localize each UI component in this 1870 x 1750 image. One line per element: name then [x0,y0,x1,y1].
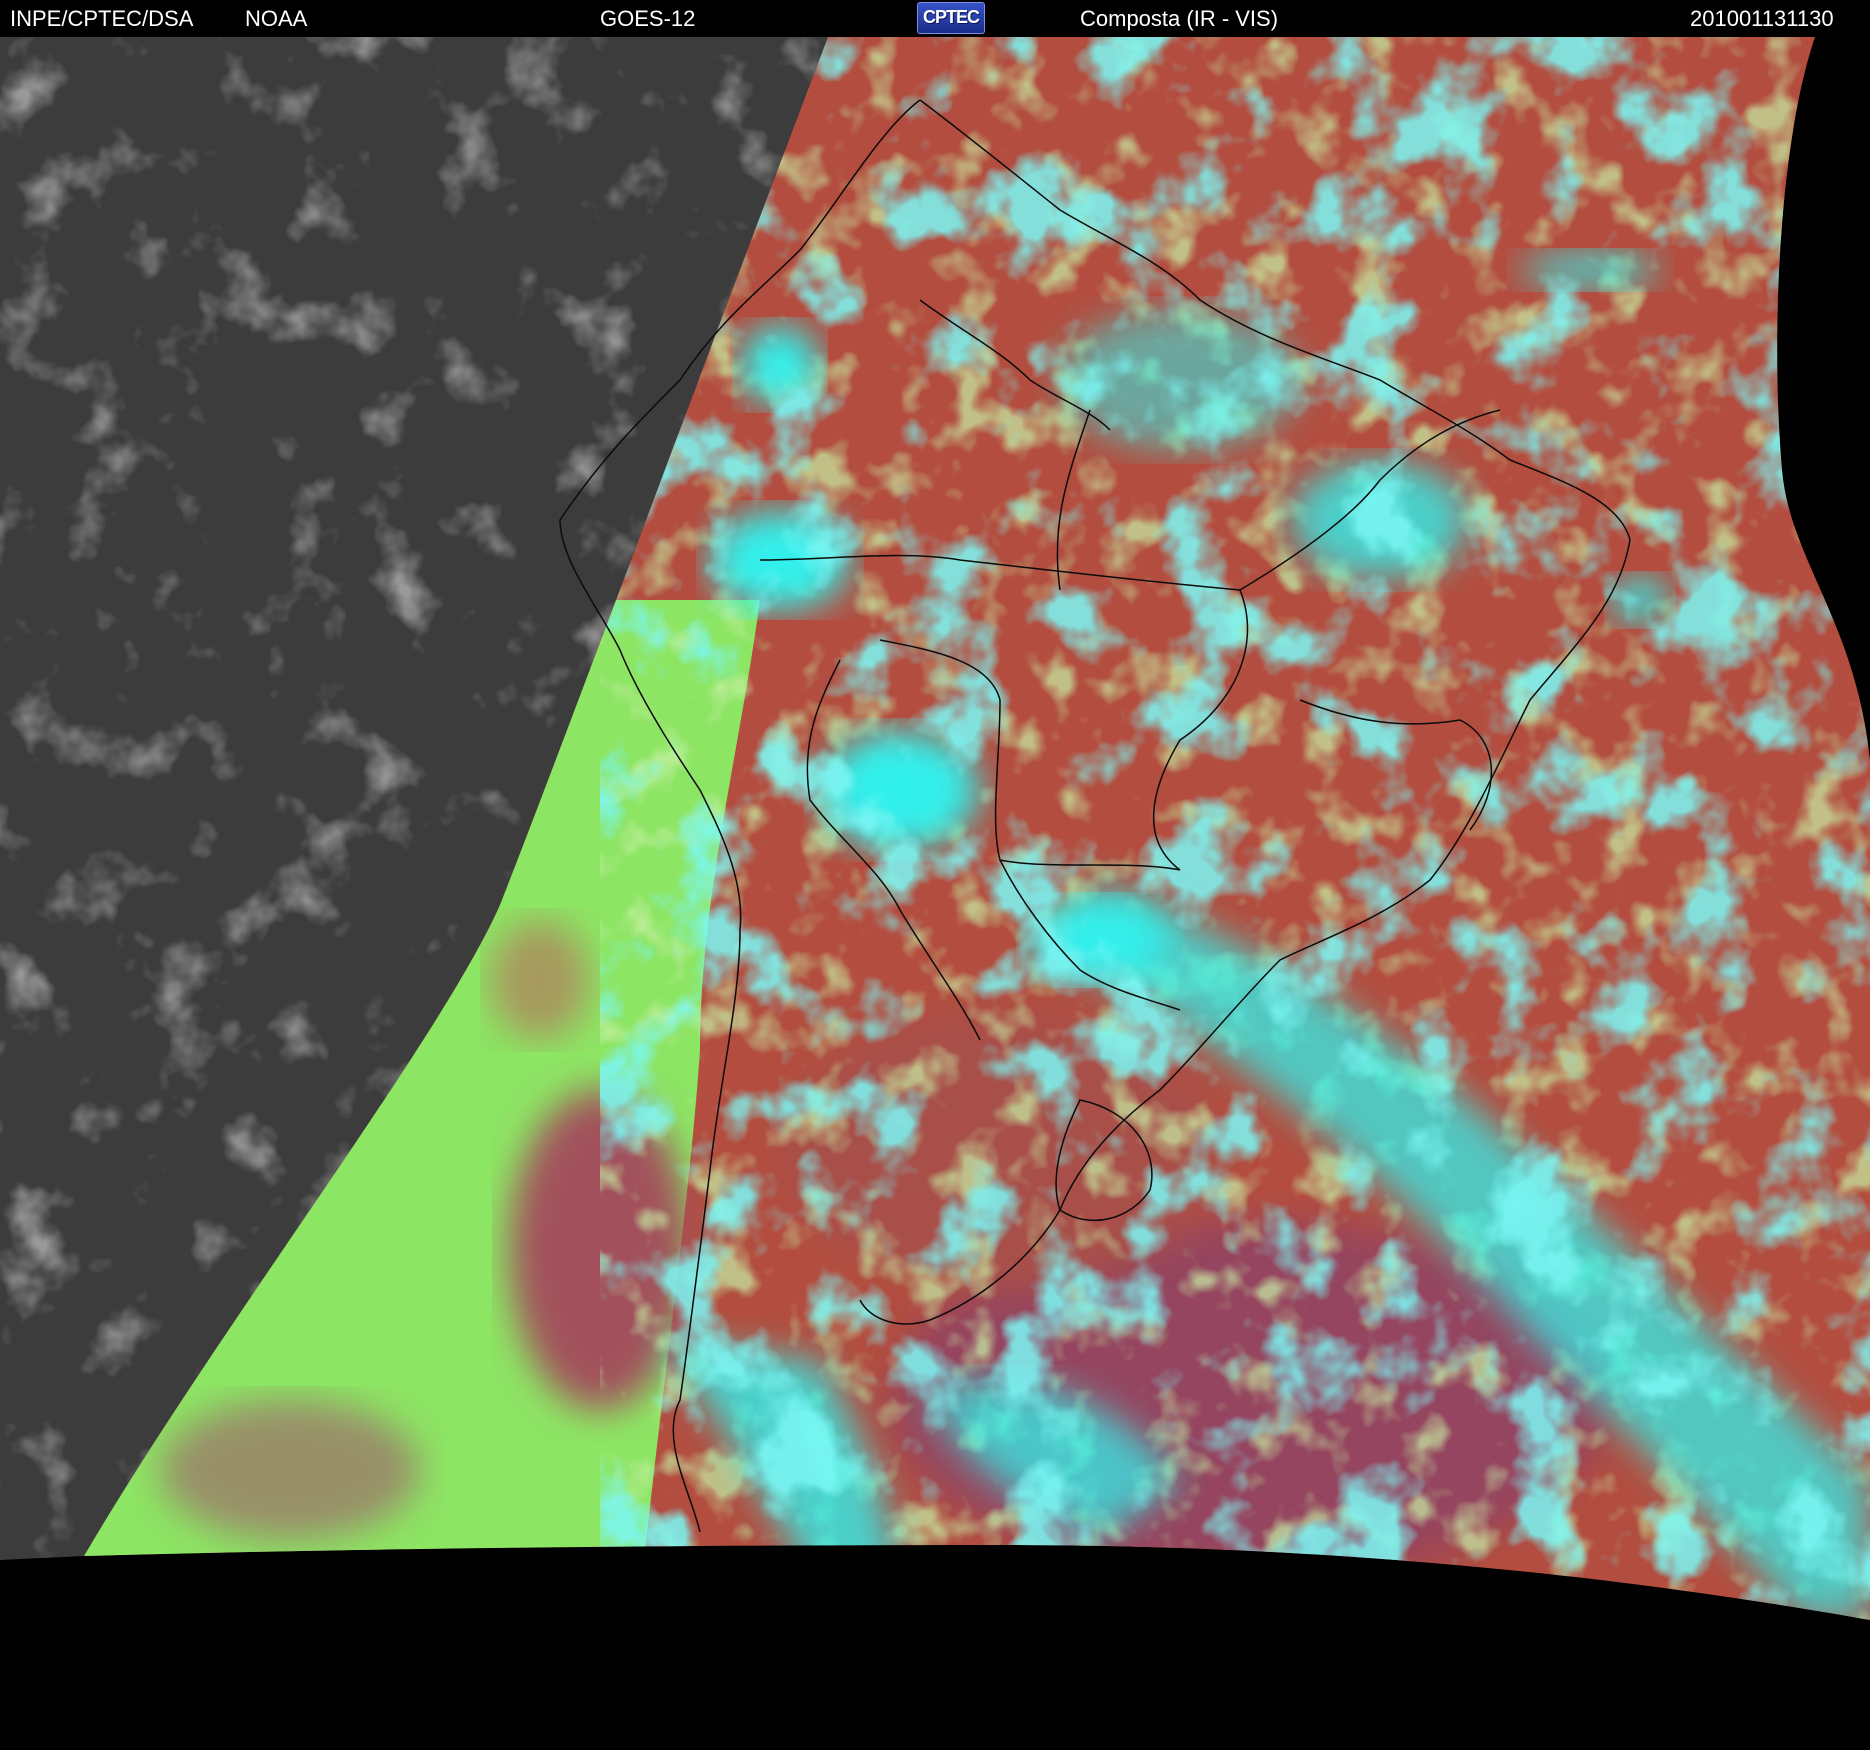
image-header-bar: INPE/CPTEC/DSA NOAA GOES-12 CPTEC Compos… [0,0,1870,37]
satellite-composite-image [0,37,1870,1750]
agency-label: INPE/CPTEC/DSA [10,6,194,31]
satellite-label: GOES-12 [600,6,696,31]
timestamp-label: 201001131130 [1690,6,1834,31]
cptec-logo-text: CPTEC [922,7,980,27]
cptec-logo: CPTEC [917,2,985,34]
product-label: Composta (IR - VIS) [1080,6,1279,31]
source-label: NOAA [245,6,308,31]
